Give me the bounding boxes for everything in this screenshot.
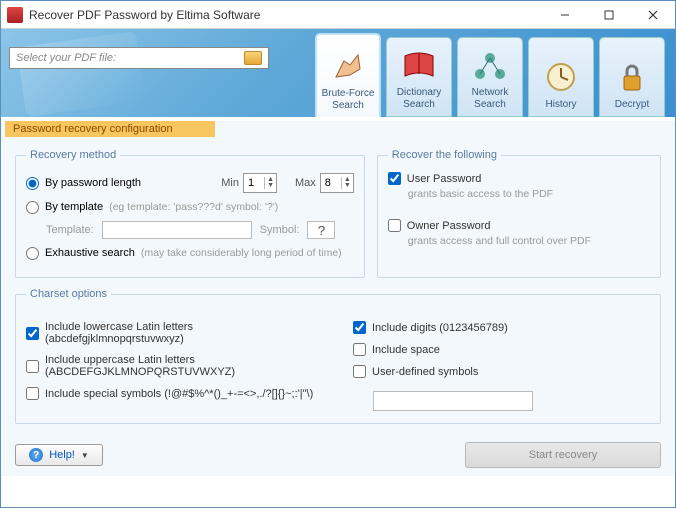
- tab-decrypt[interactable]: Decrypt: [599, 37, 665, 117]
- uppercase-label: Include uppercase Latin letters (ABCDEFG…: [45, 354, 323, 378]
- recover-following-group: Recover the following User Password gran…: [377, 149, 661, 278]
- recovery-method-group: Recovery method By password length Min 1…: [15, 149, 365, 278]
- decrypt-icon: [612, 59, 652, 95]
- recover-following-legend: Recover the following: [388, 149, 501, 161]
- check-digits[interactable]: [353, 321, 366, 334]
- special-label: Include special symbols (!@#$%^*()_+-=<>…: [45, 388, 313, 400]
- radio-exhaustive[interactable]: [26, 247, 39, 260]
- user-password-label: User Password: [407, 173, 482, 185]
- network-icon: [470, 47, 510, 83]
- check-uppercase[interactable]: [26, 360, 39, 373]
- symbol-input[interactable]: [307, 221, 335, 239]
- maximize-button[interactable]: [587, 1, 631, 29]
- exhaustive-hint: (may take considerably long period of ti…: [141, 247, 342, 259]
- check-space[interactable]: [353, 343, 366, 356]
- template-hint: (eg template: 'pass???d' symbol: '?'): [109, 201, 278, 213]
- by-template-label: By template: [45, 201, 103, 213]
- close-button[interactable]: [631, 1, 675, 29]
- brute-force-icon: [328, 48, 368, 84]
- tab-label: Network Search: [460, 87, 520, 110]
- check-special[interactable]: [26, 387, 39, 400]
- help-icon: ?: [29, 448, 43, 462]
- chevron-down-icon: ▼: [81, 451, 89, 460]
- digits-label: Include digits (0123456789): [372, 322, 508, 334]
- userdef-input[interactable]: [373, 391, 533, 411]
- tab-label: History: [545, 99, 576, 111]
- check-userdef[interactable]: [353, 365, 366, 378]
- app-icon: [7, 7, 23, 23]
- tab-brute-force[interactable]: Brute-Force Search: [315, 33, 381, 117]
- min-label: Min: [221, 177, 239, 189]
- radio-by-template[interactable]: [26, 201, 39, 214]
- charset-group: Charset options Include lowercase Latin …: [15, 288, 661, 424]
- space-label: Include space: [372, 344, 440, 356]
- dictionary-icon: [399, 47, 439, 83]
- workarea: Password recovery configuration Recovery…: [1, 121, 675, 476]
- max-label: Max: [295, 177, 316, 189]
- titlebar: Recover PDF Password by Eltima Software: [1, 1, 675, 29]
- tab-history[interactable]: History: [528, 37, 594, 117]
- main-tabs: Brute-Force Search Dictionary Search Net…: [315, 29, 667, 117]
- min-spinner[interactable]: 1▲▼: [243, 173, 277, 193]
- history-icon: [541, 59, 581, 95]
- check-owner-password[interactable]: [388, 219, 401, 232]
- user-password-desc: grants basic access to the PDF: [408, 188, 650, 200]
- max-spinner[interactable]: 8▲▼: [320, 173, 354, 193]
- recovery-legend: Recovery method: [26, 149, 120, 161]
- tab-label: Decrypt: [615, 99, 649, 111]
- minimize-button[interactable]: [543, 1, 587, 29]
- symbol-field-label: Symbol:: [260, 224, 300, 236]
- banner: Select your PDF file: Brute-Force Search…: [1, 29, 675, 117]
- check-user-password[interactable]: [388, 172, 401, 185]
- footer: ? Help! ▼ Start recovery: [1, 434, 675, 476]
- start-label: Start recovery: [529, 449, 597, 461]
- help-label: Help!: [49, 449, 75, 461]
- config-label: Password recovery configuration: [5, 121, 215, 137]
- userdef-label: User-defined symbols: [372, 366, 478, 378]
- window-title: Recover PDF Password by Eltima Software: [29, 8, 543, 22]
- tab-dictionary[interactable]: Dictionary Search: [386, 37, 452, 117]
- owner-password-label: Owner Password: [407, 220, 491, 232]
- file-placeholder: Select your PDF file:: [16, 52, 116, 64]
- template-field-label: Template:: [46, 224, 94, 236]
- check-lowercase[interactable]: [26, 327, 39, 340]
- template-input[interactable]: [102, 221, 252, 239]
- tab-network[interactable]: Network Search: [457, 37, 523, 117]
- tab-label: Dictionary Search: [389, 87, 449, 110]
- charset-legend: Charset options: [26, 288, 111, 300]
- tab-label: Brute-Force Search: [319, 88, 377, 111]
- browse-folder-icon[interactable]: [244, 51, 262, 65]
- start-recovery-button[interactable]: Start recovery: [465, 442, 661, 468]
- help-button[interactable]: ? Help! ▼: [15, 444, 103, 466]
- owner-password-desc: grants access and full control over PDF: [408, 235, 650, 247]
- lowercase-label: Include lowercase Latin letters (abcdefg…: [45, 321, 323, 345]
- file-select-input[interactable]: Select your PDF file:: [9, 47, 269, 69]
- by-length-label: By password length: [45, 177, 141, 189]
- radio-by-length[interactable]: [26, 177, 39, 190]
- exhaustive-label: Exhaustive search: [45, 247, 135, 259]
